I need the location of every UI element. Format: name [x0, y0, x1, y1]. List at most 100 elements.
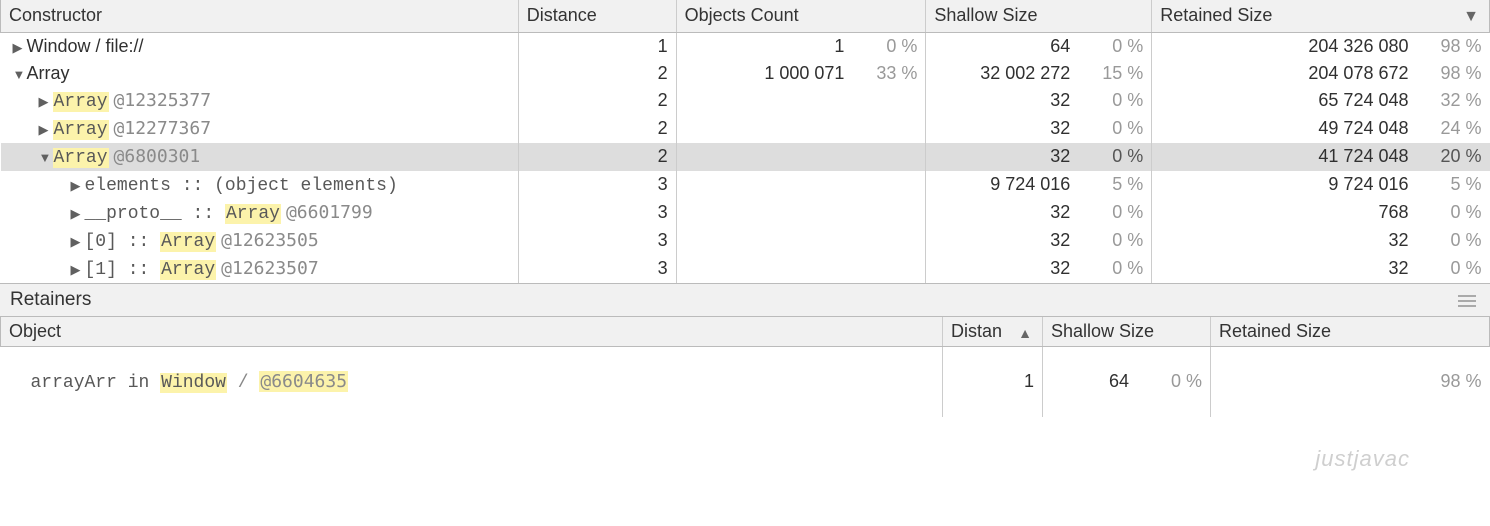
watermark-text: justjavac: [1315, 446, 1410, 472]
cell-constructor: ▶Array @12325377: [1, 87, 519, 115]
table-row[interactable]: ▼Array 2 1 000 07133 % 32 002 27215 % 20…: [1, 60, 1490, 87]
cell-retained-size: 9 724 0165 %: [1152, 171, 1490, 199]
cell-distance: 2: [518, 87, 676, 115]
cell-retained-size: 7680 %: [1152, 199, 1490, 227]
cell-shallow-size: 320 %: [926, 227, 1152, 255]
constructor-name: Array: [160, 260, 216, 280]
sort-descending-icon: ▼: [1463, 8, 1479, 26]
cell-shallow-size: 9 724 0165 %: [926, 171, 1152, 199]
retainers-title: Retainers: [10, 289, 91, 310]
col-header-distance[interactable]: Distance: [518, 0, 676, 32]
retainers-header-row: Object Distan ▲ Shallow Size Retained Si…: [1, 317, 1490, 347]
disclosure-triangle-icon[interactable]: ▶: [71, 262, 83, 278]
disclosure-triangle-icon[interactable]: ▼: [13, 67, 25, 82]
cell-objects-count: 1 000 07133 %: [676, 60, 926, 87]
col-header-shallow-size[interactable]: Shallow Size: [926, 0, 1152, 32]
object-id: @12277367: [114, 118, 212, 139]
retainers-section-header: Retainers: [0, 283, 1490, 317]
cell-shallow-size: 320 %: [926, 143, 1152, 171]
cell-objects-count: [676, 87, 926, 115]
table-header-row: Constructor Distance Objects Count Shall…: [1, 0, 1490, 32]
cell-retained-size: 65 724 04832 %: [1152, 87, 1490, 115]
cell-constructor: ▶[0] :: Array @12623505: [1, 227, 519, 255]
table-row[interactable]: ▶Array @12277367 2 320 % 49 724 04824 %: [1, 115, 1490, 143]
col-header-retained-ret[interactable]: Retained Size: [1211, 317, 1490, 347]
disclosure-triangle-icon[interactable]: ▶: [71, 178, 83, 194]
table-row[interactable]: ▶Window / file:// 1 10 % 640 % 204 326 0…: [1, 32, 1490, 60]
cell-constructor: ▶[1] :: Array @12623507: [1, 255, 519, 283]
cell-objects-count: 10 %: [676, 32, 926, 60]
disclosure-triangle-icon[interactable]: ▶: [39, 94, 51, 110]
cell-retained-size: 49 724 04824 %: [1152, 115, 1490, 143]
cell-distance: 2: [518, 115, 676, 143]
sort-ascending-icon: ▲: [1018, 325, 1032, 341]
constructor-name: Array: [225, 204, 281, 224]
col-header-distance-ret[interactable]: Distan ▲: [943, 317, 1043, 347]
cell-objects-count: [676, 255, 926, 283]
retainer-row[interactable]: arrayArr in Window / @6604635 1 640 % 98…: [1, 347, 1490, 417]
retainers-table: Object Distan ▲ Shallow Size Retained Si…: [0, 317, 1490, 417]
hamburger-icon[interactable]: [1458, 292, 1476, 310]
retainer-window: Window: [160, 373, 227, 393]
col-header-shallow-ret[interactable]: Shallow Size: [1043, 317, 1211, 347]
col-header-objects-count[interactable]: Objects Count: [676, 0, 926, 32]
disclosure-triangle-icon[interactable]: ▼: [39, 150, 51, 165]
cell-shallow-size: 320 %: [926, 87, 1152, 115]
constructor-name: Array: [53, 148, 109, 168]
cell-retained-size: 320 %: [1152, 227, 1490, 255]
constructor-name: Array: [27, 63, 70, 83]
table-row[interactable]: ▶elements :: (object elements) 3 9 724 0…: [1, 171, 1490, 199]
retainer-retained: 98 %: [1211, 347, 1490, 417]
cell-shallow-size: 640 %: [926, 32, 1152, 60]
cell-distance: 2: [518, 143, 676, 171]
cell-constructor: ▶__proto__ :: Array @6601799: [1, 199, 519, 227]
cell-distance: 3: [518, 255, 676, 283]
retainer-object-cell: arrayArr in Window / @6604635: [1, 347, 943, 417]
constructor-name: Array: [53, 120, 109, 140]
col-header-retained-size[interactable]: Retained Size ▼: [1152, 0, 1490, 32]
cell-retained-size: 320 %: [1152, 255, 1490, 283]
cell-distance: 1: [518, 32, 676, 60]
cell-objects-count: [676, 199, 926, 227]
cell-shallow-size: 320 %: [926, 115, 1152, 143]
col-header-constructor[interactable]: Constructor: [1, 0, 519, 32]
table-row[interactable]: ▶Array @12325377 2 320 % 65 724 04832 %: [1, 87, 1490, 115]
retainer-property: arrayArr: [31, 373, 117, 393]
constructor-name: Array: [160, 232, 216, 252]
object-id: @6601799: [286, 202, 373, 223]
cell-constructor: ▼Array @6800301: [1, 143, 519, 171]
cell-distance: 3: [518, 227, 676, 255]
retainer-distance: 1: [943, 347, 1043, 417]
retainer-id: @6604635: [259, 371, 348, 392]
property-name: [0] ::: [85, 232, 161, 252]
object-id: @12325377: [114, 90, 212, 111]
cell-retained-size: 204 078 67298 %: [1152, 60, 1490, 87]
heap-snapshot-table: Constructor Distance Objects Count Shall…: [0, 0, 1490, 283]
cell-retained-size: 204 326 08098 %: [1152, 32, 1490, 60]
cell-constructor: ▶elements :: (object elements): [1, 171, 519, 199]
property-name: elements :: (object elements): [85, 176, 398, 196]
retainer-shallow: 640 %: [1043, 347, 1211, 417]
table-row[interactable]: ▼Array @6800301 2 320 % 41 724 04820 %: [1, 143, 1490, 171]
disclosure-triangle-icon[interactable]: ▶: [13, 40, 25, 56]
cell-shallow-size: 320 %: [926, 199, 1152, 227]
property-name: [1] ::: [85, 260, 161, 280]
table-row[interactable]: ▶__proto__ :: Array @6601799 3 320 % 768…: [1, 199, 1490, 227]
table-row[interactable]: ▶[0] :: Array @12623505 3 320 % 320 %: [1, 227, 1490, 255]
constructor-name: Window / file://: [27, 36, 144, 56]
disclosure-triangle-icon[interactable]: ▶: [71, 234, 83, 250]
table-row[interactable]: ▶[1] :: Array @12623507 3 320 % 320 %: [1, 255, 1490, 283]
object-id: @12623505: [221, 230, 319, 251]
cell-shallow-size: 32 002 27215 %: [926, 60, 1152, 87]
cell-objects-count: [676, 171, 926, 199]
cell-constructor: ▼Array: [1, 60, 519, 87]
disclosure-triangle-icon[interactable]: ▶: [39, 122, 51, 138]
disclosure-triangle-icon[interactable]: ▶: [71, 206, 83, 222]
cell-distance: 2: [518, 60, 676, 87]
cell-distance: 3: [518, 199, 676, 227]
cell-constructor: ▶Array @12277367: [1, 115, 519, 143]
cell-objects-count: [676, 115, 926, 143]
col-header-object[interactable]: Object: [1, 317, 943, 347]
cell-constructor: ▶Window / file://: [1, 32, 519, 60]
property-name: __proto__ ::: [85, 204, 225, 224]
